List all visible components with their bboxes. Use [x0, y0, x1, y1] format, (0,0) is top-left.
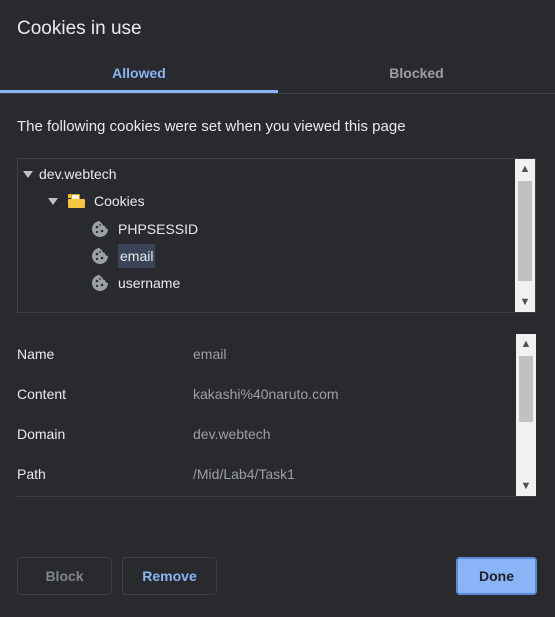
dialog-title: Cookies in use: [17, 18, 142, 39]
detail-label: Path: [17, 466, 46, 482]
site-label: dev.webtech: [39, 166, 117, 182]
detail-label: Name: [17, 346, 55, 362]
tree-scrollbar[interactable]: ▲ ▼: [515, 159, 535, 312]
cookie-icon: [92, 275, 108, 291]
scrollbar-thumb[interactable]: [519, 356, 533, 422]
cookie-tree: dev.webtech Cookies PHPSESSID email user…: [17, 158, 536, 313]
tree-item-site[interactable]: dev.webtech: [23, 162, 117, 186]
detail-value: kakashi%40naruto.com: [193, 386, 339, 402]
details-scrollbar[interactable]: ▲ ▼: [516, 334, 536, 496]
cookie-details: Name email Content kakashi%40naruto.com …: [17, 334, 536, 497]
block-button[interactable]: Block: [17, 557, 112, 595]
scroll-down-arrow-icon[interactable]: ▼: [515, 293, 535, 311]
detail-value: email: [193, 346, 227, 362]
active-tab-indicator: [0, 90, 278, 93]
tree-item-cookie[interactable]: username: [91, 271, 180, 295]
scroll-down-arrow-icon[interactable]: ▼: [516, 477, 536, 495]
detail-label: Domain: [17, 426, 66, 442]
cookie-label: username: [118, 275, 181, 291]
done-button[interactable]: Done: [456, 557, 537, 595]
tree-item-cookie-selected[interactable]: email: [91, 244, 156, 268]
cookie-icon: [92, 248, 108, 264]
folder-icon: [68, 194, 85, 208]
tab-blocked[interactable]: Blocked: [278, 56, 555, 90]
tab-bar: Allowed Blocked: [0, 56, 555, 94]
expand-triangle-icon[interactable]: [23, 170, 33, 178]
tree-item-cookies-folder[interactable]: Cookies: [48, 189, 145, 213]
tree-item-cookie[interactable]: PHPSESSID: [91, 217, 198, 241]
scroll-up-arrow-icon[interactable]: ▲: [515, 160, 535, 178]
expand-triangle-icon[interactable]: [48, 197, 58, 205]
description-text: The following cookies were set when you …: [17, 118, 406, 135]
detail-value: dev.webtech: [193, 426, 271, 442]
cookie-label: email: [118, 244, 156, 268]
tab-allowed[interactable]: Allowed: [0, 56, 278, 90]
detail-label: Content: [17, 386, 67, 402]
cookie-label: PHPSESSID: [118, 221, 199, 237]
scroll-up-arrow-icon[interactable]: ▲: [516, 335, 536, 353]
folder-label: Cookies: [94, 193, 145, 209]
scrollbar-thumb[interactable]: [518, 181, 532, 281]
remove-button[interactable]: Remove: [122, 557, 217, 595]
cookie-icon: [92, 221, 108, 237]
detail-value: /Mid/Lab4/Task1: [193, 466, 295, 482]
